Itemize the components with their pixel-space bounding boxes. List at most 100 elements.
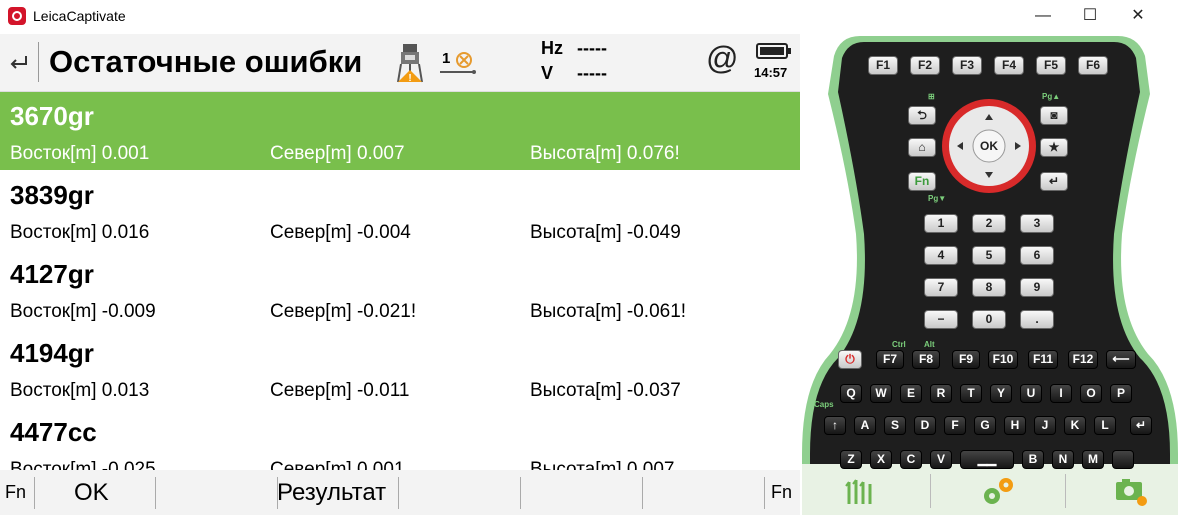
prism-icon[interactable]: 1 [438, 46, 478, 78]
list-item[interactable]: 3670gr Восток[m] 0.001 Север[m] 0.007 Вы… [0, 92, 800, 170]
key-c[interactable]: C [900, 450, 922, 469]
shift-key[interactable]: ↑ [824, 416, 846, 435]
f12-key[interactable]: F12 [1068, 350, 1098, 369]
height-residual: Высота[m] -0.037 [530, 380, 681, 401]
num-2-key[interactable]: 2 [972, 214, 1006, 233]
f7-key[interactable]: F7 [876, 350, 904, 369]
key-v[interactable]: V [930, 450, 952, 469]
point-name: 4127gr [10, 259, 94, 289]
num-6-key[interactable]: 6 [1020, 246, 1054, 265]
key-i[interactable]: I [1050, 384, 1072, 403]
windows-label: ⊞ [928, 92, 935, 101]
dot-key[interactable]: . [1020, 310, 1054, 329]
key-s[interactable]: S [884, 416, 906, 435]
num-3-key[interactable]: 3 [1020, 214, 1054, 233]
f3-key[interactable]: F3 [952, 56, 982, 75]
key-o[interactable]: O [1080, 384, 1102, 403]
maximize-button[interactable]: ☐ [1067, 0, 1113, 32]
key-g[interactable]: G [974, 416, 996, 435]
home-key[interactable]: ⌂ [908, 138, 936, 157]
minus-key[interactable]: − [924, 310, 958, 329]
close-button[interactable]: ✕ [1115, 0, 1161, 32]
key-t[interactable]: T [960, 384, 982, 403]
camera-key[interactable]: ◙ [1040, 106, 1068, 125]
fn-key[interactable]: Fn [908, 172, 936, 191]
f6-key[interactable]: F6 [1078, 56, 1108, 75]
v-value: ----- [577, 63, 607, 83]
f9-key[interactable]: F9 [952, 350, 980, 369]
f2-key[interactable]: F2 [910, 56, 940, 75]
list-item[interactable]: 4477cc Восток[m] -0.025 Север[m] 0.001 В… [0, 408, 800, 470]
softkey-divider [398, 477, 399, 509]
ok-softkey[interactable]: OK [74, 470, 109, 515]
num-0-key[interactable]: 0 [972, 310, 1006, 329]
fn-softkey-left[interactable]: Fn [5, 470, 26, 515]
num-5-key[interactable]: 5 [972, 246, 1006, 265]
list-item[interactable]: 3839gr Восток[m] 0.016 Север[m] -0.004 В… [0, 171, 800, 249]
east-residual: Восток[m] 0.013 [10, 380, 150, 401]
space-key[interactable]: ▁▁ [960, 450, 1014, 469]
point-name: 4477cc [10, 417, 97, 447]
back-key[interactable]: ⮌ [908, 106, 936, 125]
back-arrow-icon[interactable] [6, 50, 30, 74]
return-key[interactable]: ↵ [1130, 416, 1152, 435]
key-z[interactable]: Z [840, 450, 862, 469]
page-down-label: Pg▼ [928, 194, 947, 203]
fn-softkey-right[interactable]: Fn [771, 470, 792, 515]
f1-key[interactable]: F1 [868, 56, 898, 75]
key-f[interactable]: F [944, 416, 966, 435]
minimize-button[interactable]: — [1020, 0, 1066, 32]
softkey-divider [764, 477, 765, 509]
key-j[interactable]: J [1034, 416, 1056, 435]
key-q[interactable]: Q [840, 384, 862, 403]
favourites-key[interactable]: ★ [1040, 138, 1068, 157]
backspace-key[interactable]: ⟵ [1106, 350, 1136, 369]
key-b[interactable]: B [1022, 450, 1044, 469]
f10-key[interactable]: F10 [988, 350, 1018, 369]
num-1-key[interactable]: 1 [924, 214, 958, 233]
device-divider [930, 474, 931, 508]
hz-label: Hz [541, 38, 563, 58]
height-residual: Высота[m] -0.049 [530, 222, 681, 243]
list-item[interactable]: 4194gr Восток[m] 0.013 Север[m] -0.011 В… [0, 329, 800, 407]
list-item[interactable]: 4127gr Восток[m] -0.009 Север[m] -0.021!… [0, 250, 800, 328]
svg-text:!: ! [408, 73, 411, 84]
point-name: 3839gr [10, 180, 94, 210]
north-residual: Север[m] 0.001 [270, 459, 405, 470]
key-m[interactable]: M [1082, 450, 1104, 469]
device-divider [1065, 474, 1066, 508]
height-residual: Высота[m] 0.007 [530, 459, 675, 470]
power-key[interactable]: ⏻ [838, 350, 862, 369]
key-p[interactable]: P [1110, 384, 1132, 403]
num-8-key[interactable]: 8 [972, 278, 1006, 297]
f8-key[interactable]: F8 [912, 350, 940, 369]
key-k[interactable]: K [1064, 416, 1086, 435]
at-connection-icon[interactable]: @ [706, 40, 738, 77]
f11-key[interactable]: F11 [1028, 350, 1058, 369]
result-softkey[interactable]: Результат [277, 470, 386, 515]
f5-key[interactable]: F5 [1036, 56, 1066, 75]
enter-key[interactable]: ↵ [1040, 172, 1068, 191]
key-blank[interactable] [1112, 450, 1134, 469]
north-residual: Север[m] -0.011 [270, 380, 410, 401]
key-e[interactable]: E [900, 384, 922, 403]
softkey-divider [34, 477, 35, 509]
ok-key[interactable]: OK [976, 137, 1002, 156]
key-a[interactable]: A [854, 416, 876, 435]
key-n[interactable]: N [1052, 450, 1074, 469]
key-y[interactable]: Y [990, 384, 1012, 403]
total-station-warning-icon[interactable]: ! [395, 42, 427, 84]
key-l[interactable]: L [1094, 416, 1116, 435]
f4-key[interactable]: F4 [994, 56, 1024, 75]
key-d[interactable]: D [914, 416, 936, 435]
key-u[interactable]: U [1020, 384, 1042, 403]
num-9-key[interactable]: 9 [1020, 278, 1054, 297]
key-h[interactable]: H [1004, 416, 1026, 435]
key-w[interactable]: W [870, 384, 892, 403]
battery-icon [756, 42, 792, 60]
key-r[interactable]: R [930, 384, 952, 403]
num-4-key[interactable]: 4 [924, 246, 958, 265]
num-7-key[interactable]: 7 [924, 278, 958, 297]
key-x[interactable]: X [870, 450, 892, 469]
v-label: V [541, 63, 554, 83]
